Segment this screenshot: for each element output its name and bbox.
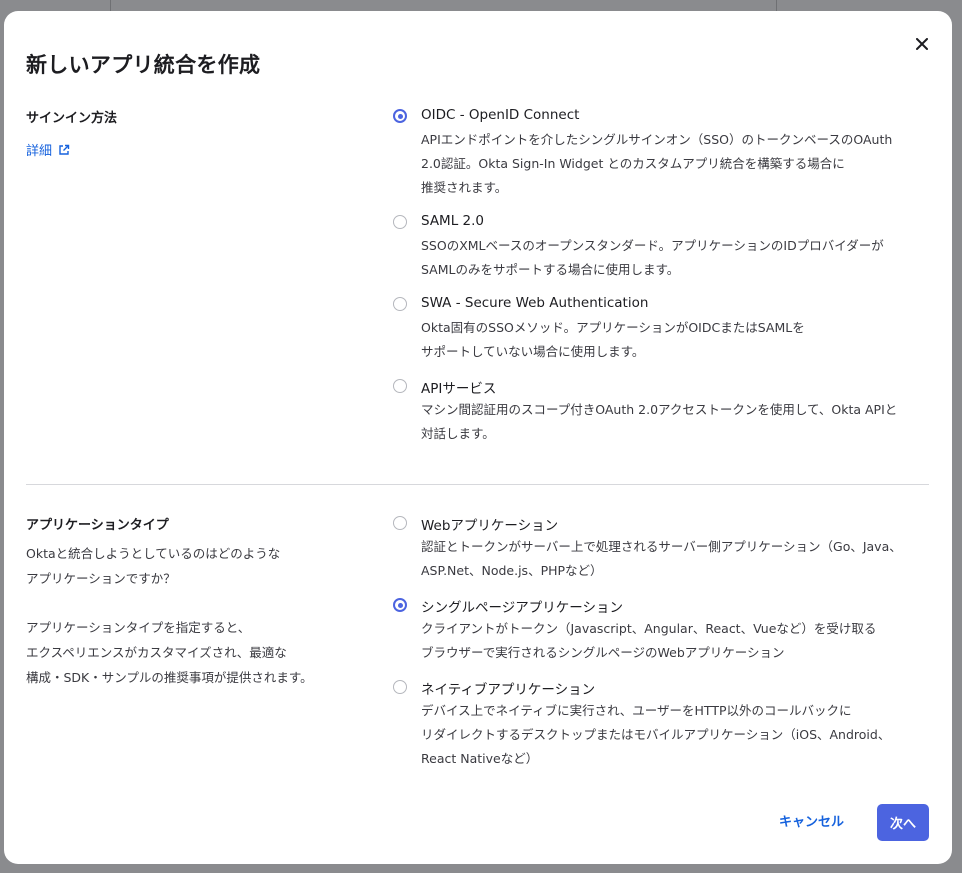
- option-description-line: ブラウザーで実行されるシングルページのWebアプリケーション: [421, 645, 785, 660]
- option-description-line: 対話します。: [421, 426, 495, 441]
- option-description-line: デバイス上でネイティブに実行され、ユーザーをHTTP以外のコールバックに: [421, 703, 852, 718]
- external-link-icon: [59, 144, 70, 155]
- hint-line: 構成・SDK・サンプルの推奨事項が提供されます。: [26, 670, 313, 685]
- option-description-line: APIエンドポイントを介したシングルサインオン（SSO）のトークンベースのOAu…: [421, 132, 893, 147]
- radio-swa[interactable]: [393, 297, 407, 311]
- option-description-line: 2.0認証。Okta Sign-In Widget とのカスタムアプリ統合を構築…: [421, 156, 845, 171]
- learn-more-text: 詳細: [26, 144, 53, 159]
- option-description-line: SAMLのみをサポートする場合に使用します。: [421, 262, 680, 277]
- radio-native-application[interactable]: [393, 680, 407, 694]
- option-description: マシン間認証用のスコープ付きOAuth 2.0アクセストークンを使用して、Okt…: [421, 398, 926, 446]
- option-description: クライアントがトークン（Javascript、Angular、React、Vue…: [421, 617, 926, 665]
- application-type-label: アプリケーションタイプ: [26, 518, 169, 533]
- option-description: 認証とトークンがサーバー上で処理されるサーバー側アプリケーション（Go、Java…: [421, 535, 926, 583]
- close-icon: [916, 38, 928, 50]
- option-description: デバイス上でネイティブに実行され、ユーザーをHTTP以外のコールバックに リダイ…: [421, 699, 926, 771]
- option-description-line: 推奨されます。: [421, 180, 508, 195]
- section-divider: [26, 484, 929, 485]
- option-label: Webアプリケーション: [421, 518, 559, 534]
- option-description-line: SSOのXMLベースのオープンスタンダード。アプリケーションのIDプロバイダーが: [421, 238, 884, 253]
- option-description: SSOのXMLベースのオープンスタンダード。アプリケーションのIDプロバイダーが…: [421, 234, 926, 282]
- option-label: ネイティブアプリケーション: [421, 682, 596, 698]
- option-description-line: マシン間認証用のスコープ付きOAuth 2.0アクセストークンを使用して、Okt…: [421, 402, 898, 417]
- application-type-hint: アプリケーションタイプを指定すると、 エクスペリエンスがカスタマイズされ、最適な…: [26, 615, 313, 690]
- option-description-line: React Nativeなど）: [421, 751, 539, 766]
- option-description: APIエンドポイントを介したシングルサインオン（SSO）のトークンベースのOAu…: [421, 128, 926, 200]
- application-type-question: Oktaと統合しようとしているのはどのような アプリケーションですか？: [26, 541, 280, 591]
- sign-in-method-label: サインイン方法: [26, 111, 118, 126]
- radio-web-application[interactable]: [393, 516, 407, 530]
- option-description-line: リダイレクトするデスクトップまたはモバイルアプリケーション（iOS、Androi…: [421, 727, 891, 742]
- option-description: Okta固有のSSOメソッド。アプリケーションがOIDCまたはSAMLを サポー…: [421, 316, 926, 364]
- cancel-button[interactable]: キャンセル: [779, 811, 844, 830]
- option-description-line: サポートしていない場合に使用します。: [421, 344, 645, 359]
- option-label: OIDC - OpenID Connect: [421, 107, 580, 123]
- backdrop-divider: [776, 0, 777, 11]
- radio-single-page-application[interactable]: [393, 598, 407, 612]
- question-line: アプリケーションですか？: [26, 571, 176, 586]
- radio-saml[interactable]: [393, 215, 407, 229]
- backdrop-divider: [110, 0, 111, 11]
- option-label: シングルページアプリケーション: [421, 600, 623, 616]
- radio-api-services[interactable]: [393, 379, 407, 393]
- option-description-line: Okta固有のSSOメソッド。アプリケーションがOIDCまたはSAMLを: [421, 320, 805, 335]
- option-label: SWA - Secure Web Authentication: [421, 295, 649, 311]
- learn-more-link[interactable]: 詳細: [26, 140, 70, 159]
- dialog-title: 新しいアプリ統合を作成: [26, 53, 261, 77]
- option-description-line: ASP.Net、Node.js、PHPなど）: [421, 563, 603, 578]
- create-app-dialog: 新しいアプリ統合を作成 サインイン方法 詳細 OIDC - OpenID Con…: [4, 11, 952, 864]
- hint-line: エクスペリエンスがカスタマイズされ、最適な: [26, 645, 287, 660]
- option-label: SAML 2.0: [421, 213, 484, 229]
- option-description-line: クライアントがトークン（Javascript、Angular、React、Vue…: [421, 621, 877, 636]
- option-label: APIサービス: [421, 381, 497, 397]
- next-button[interactable]: 次へ: [877, 804, 929, 841]
- option-description-line: 認証とトークンがサーバー上で処理されるサーバー側アプリケーション（Go、Java…: [421, 539, 902, 554]
- hint-line: アプリケーションタイプを指定すると、: [26, 620, 251, 635]
- radio-oidc[interactable]: [393, 109, 407, 123]
- close-button[interactable]: [910, 32, 934, 56]
- question-line: Oktaと統合しようとしているのはどのような: [26, 546, 281, 561]
